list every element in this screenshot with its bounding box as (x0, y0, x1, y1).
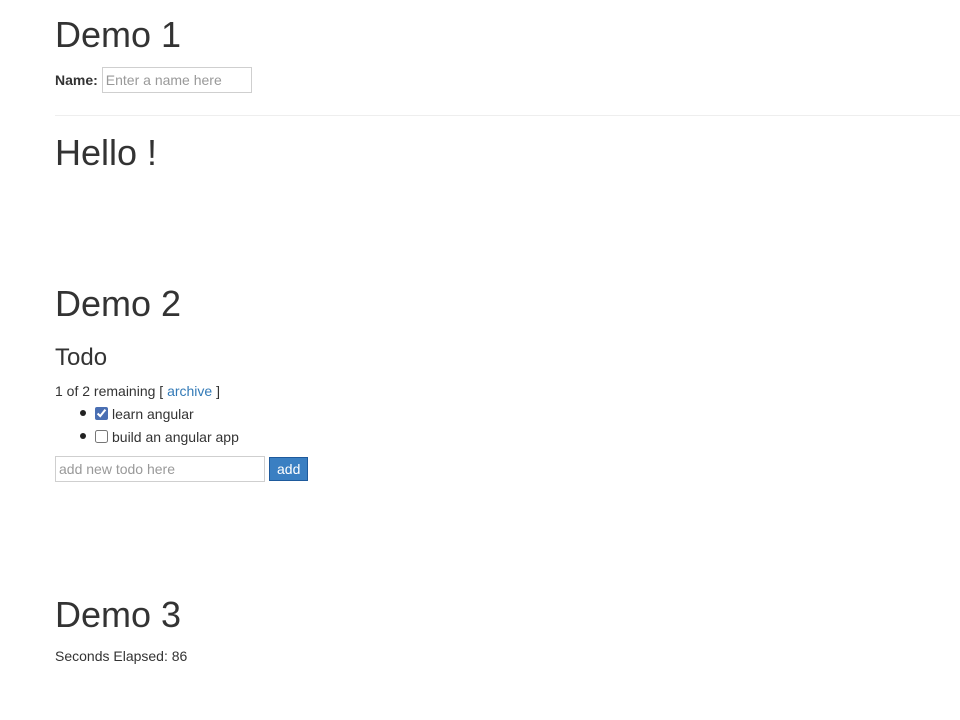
name-label: Name: (55, 72, 98, 88)
todo-item-label: learn angular (112, 405, 194, 422)
todo-item-label: build an angular app (112, 428, 239, 445)
todo-heading: Todo (55, 344, 108, 371)
archive-link[interactable]: archive (167, 383, 212, 399)
add-button[interactable]: add (269, 457, 309, 481)
todo-item: build an angular app (0, 425, 239, 448)
page: Demo 1 Name: Hello ! Demo 2 Todo 1 of 2 … (0, 0, 960, 720)
todo-list: learn angular build an angular app (0, 402, 239, 448)
demo1-title: Demo 1 (55, 14, 182, 55)
remaining-status: 1 of 2 remaining [ archive ] (55, 382, 220, 400)
bullet-icon (80, 433, 86, 439)
name-input[interactable] (101, 67, 252, 93)
name-row: Name: (55, 67, 252, 93)
remaining-suffix: ] (212, 383, 220, 399)
hello-greeting: Hello ! (55, 132, 158, 173)
divider (55, 115, 960, 116)
add-todo-row: add (55, 456, 309, 482)
bullet-icon (80, 410, 86, 416)
demo3-title: Demo 3 (55, 594, 182, 635)
seconds-label: Seconds Elapsed: (55, 648, 172, 664)
todo-checkbox-build-app[interactable] (95, 430, 108, 443)
todo-item: learn angular (0, 402, 239, 425)
demo2-title: Demo 2 (55, 283, 182, 324)
seconds-value: 86 (171, 648, 188, 664)
remaining-text: 1 of 2 remaining [ (55, 383, 168, 399)
todo-checkbox-learn-angular[interactable] (95, 407, 108, 420)
new-todo-input[interactable] (55, 456, 265, 482)
seconds-elapsed: Seconds Elapsed: 86 (55, 647, 187, 665)
